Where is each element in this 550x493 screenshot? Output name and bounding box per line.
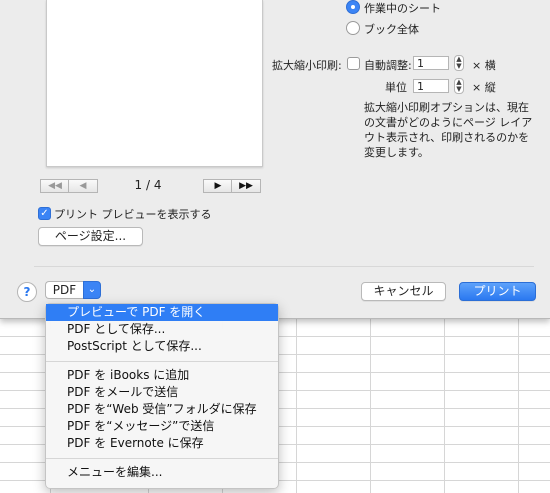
fit-width-unit: × 横 (472, 59, 496, 72)
radio-current-sheet[interactable] (346, 0, 360, 14)
radio-whole-book[interactable] (346, 21, 360, 35)
fit-height-unit: × 縦 (472, 81, 496, 94)
menu-item-edit-menu[interactable]: メニューを編集... (46, 464, 278, 481)
next-page-button[interactable]: ▶ (203, 179, 233, 193)
menu-item-send-messages[interactable]: PDF を“メッセージ”で送信 (46, 418, 278, 435)
first-page-button[interactable]: ◀◀ (40, 179, 70, 193)
chevron-down-icon[interactable]: ⌄ (83, 281, 101, 299)
show-preview-checkbox[interactable]: ✓ (38, 207, 51, 220)
fit-width-stepper[interactable]: ▲ ▼ (454, 55, 464, 71)
unit-label: 単位 (385, 81, 407, 94)
menu-separator (46, 458, 278, 459)
help-button[interactable]: ? (17, 282, 37, 302)
menu-item-save-web-receipts[interactable]: PDF を“Web 受信”フォルダに保存 (46, 401, 278, 418)
page-setup-button[interactable]: ページ設定... (38, 227, 143, 246)
scaling-label: 拡大縮小印刷: (272, 59, 342, 72)
page-indicator: 1 / 4 (134, 178, 162, 192)
show-preview-label: プリント プレビューを表示する (54, 208, 212, 221)
print-dialog: ◀◀ ◀ 1 / 4 ▶ ▶▶ ✓ プリント プレビューを表示する ページ設定.… (0, 0, 550, 319)
menu-item-add-to-ibooks[interactable]: PDF を iBooks に追加 (46, 367, 278, 384)
pdf-button-label[interactable]: PDF (45, 281, 83, 299)
fit-height-stepper[interactable]: ▲ ▼ (454, 78, 464, 94)
divider (34, 266, 534, 267)
menu-item-save-as-postscript[interactable]: PostScript として保存... (46, 338, 278, 355)
print-button[interactable]: プリント (459, 282, 536, 301)
pdf-dropdown-menu: プレビューで PDF を開く PDF として保存... PostScript と… (45, 303, 279, 489)
grid-line (296, 318, 297, 493)
scaling-description: 拡大縮小印刷オプションは、現在の文書がどのようにページ レイアウト表示され、印刷… (364, 101, 533, 159)
fit-height-input[interactable]: 1 (413, 79, 449, 93)
radio-current-sheet-label: 作業中のシート (364, 2, 441, 15)
auto-fit-checkbox[interactable] (347, 57, 360, 70)
menu-item-save-as-pdf[interactable]: PDF として保存... (46, 321, 278, 338)
auto-fit-label: 自動調整: (364, 59, 412, 72)
fit-width-input[interactable]: 1 (413, 56, 449, 70)
menu-separator (46, 361, 278, 362)
grid-line (444, 318, 445, 493)
pdf-menu-button[interactable]: PDF ⌄ (45, 281, 101, 299)
grid-line (518, 318, 519, 493)
menu-item-send-mail[interactable]: PDF をメールで送信 (46, 384, 278, 401)
grid-line (370, 318, 371, 493)
print-preview-page (46, 0, 263, 167)
menu-item-save-evernote[interactable]: PDF を Evernote に保存 (46, 435, 278, 452)
prev-page-button[interactable]: ◀ (68, 179, 98, 193)
last-page-button[interactable]: ▶▶ (231, 179, 261, 193)
cancel-button[interactable]: キャンセル (361, 282, 446, 301)
menu-item-open-in-preview[interactable]: プレビューで PDF を開く (46, 304, 278, 321)
radio-whole-book-label: ブック全体 (364, 23, 419, 36)
